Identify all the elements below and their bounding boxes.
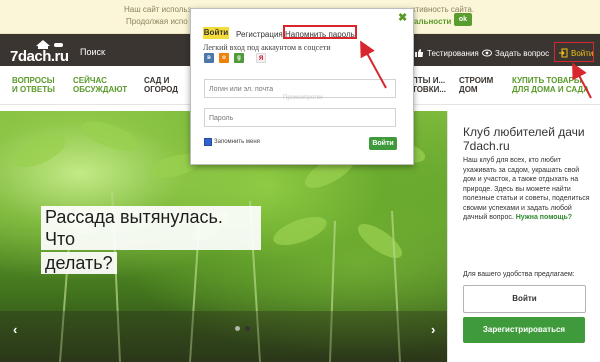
annotation-arrows [360, 40, 592, 99]
annotation-arrow-login [572, 62, 592, 99]
annotation-arrow-remind [360, 40, 387, 89]
